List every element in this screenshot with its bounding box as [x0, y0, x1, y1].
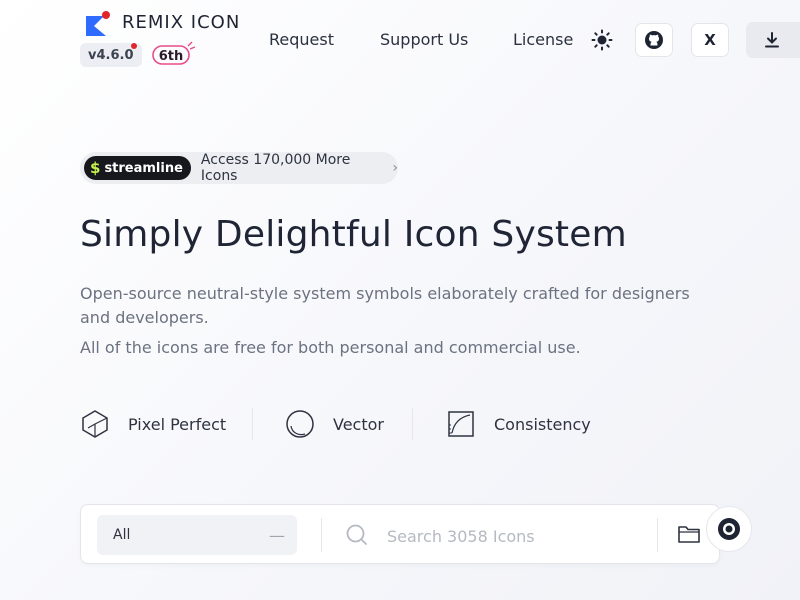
- feature-consistency: Consistency: [446, 408, 591, 440]
- cube-icon: [82, 410, 108, 438]
- streamline-badge: $ streamline: [84, 156, 191, 180]
- version-new-dot: [131, 43, 137, 49]
- streamline-logo-icon: $: [90, 159, 101, 177]
- nav-support-us[interactable]: Support Us: [380, 30, 468, 49]
- search-divider: [321, 518, 322, 552]
- x-logo-icon: X: [704, 31, 716, 49]
- ruler-icon: [448, 411, 474, 437]
- streamline-promo-link[interactable]: $ streamline Access 170,000 More Icons ›: [80, 152, 398, 184]
- feature-vector: Vector: [285, 408, 384, 440]
- circle-icon: [286, 410, 314, 438]
- github-button[interactable]: [635, 23, 673, 57]
- streamline-badge-label: streamline: [104, 160, 183, 176]
- search-divider: [657, 518, 658, 552]
- remix-logo-icon[interactable]: [84, 10, 112, 38]
- free-usage-note: All of the icons are free for both perso…: [80, 338, 581, 357]
- hero-description: Open-source neutral-style system symbols…: [80, 284, 690, 327]
- download-button[interactable]: [746, 22, 800, 58]
- promo-text: Access 170,000 More Icons: [200, 152, 351, 184]
- chevron-right-icon: ›: [392, 160, 398, 176]
- floating-action-button[interactable]: [706, 506, 752, 552]
- download-icon: [765, 32, 779, 48]
- feature-divider: [412, 408, 413, 440]
- feature-label: Consistency: [494, 414, 591, 434]
- search-input[interactable]: [385, 520, 649, 552]
- nav-request[interactable]: Request: [269, 30, 334, 49]
- theme-toggle-button[interactable]: [588, 26, 616, 54]
- nav-license[interactable]: License: [513, 30, 573, 49]
- feature-label: Vector: [333, 414, 384, 434]
- category-select[interactable]: All —: [97, 515, 297, 555]
- category-select-value: All: [113, 527, 131, 543]
- feature-divider: [252, 408, 253, 440]
- github-icon: [645, 31, 663, 49]
- x-social-button[interactable]: X: [691, 23, 729, 57]
- brand-name[interactable]: REMIX ICON: [122, 12, 240, 33]
- svg-text:6th: 6th: [159, 49, 184, 64]
- folder-icon[interactable]: [677, 523, 701, 549]
- target-icon: [718, 518, 740, 540]
- select-handle-icon: —: [269, 525, 285, 545]
- sun-icon: [591, 29, 613, 51]
- page-title: Simply Delightful Icon System: [80, 214, 627, 255]
- search-icon: [345, 523, 369, 551]
- feature-pixel-perfect: Pixel Perfect: [80, 408, 226, 440]
- feature-label: Pixel Perfect: [128, 414, 227, 434]
- sixth-anniversary-badge: 6th: [152, 40, 196, 66]
